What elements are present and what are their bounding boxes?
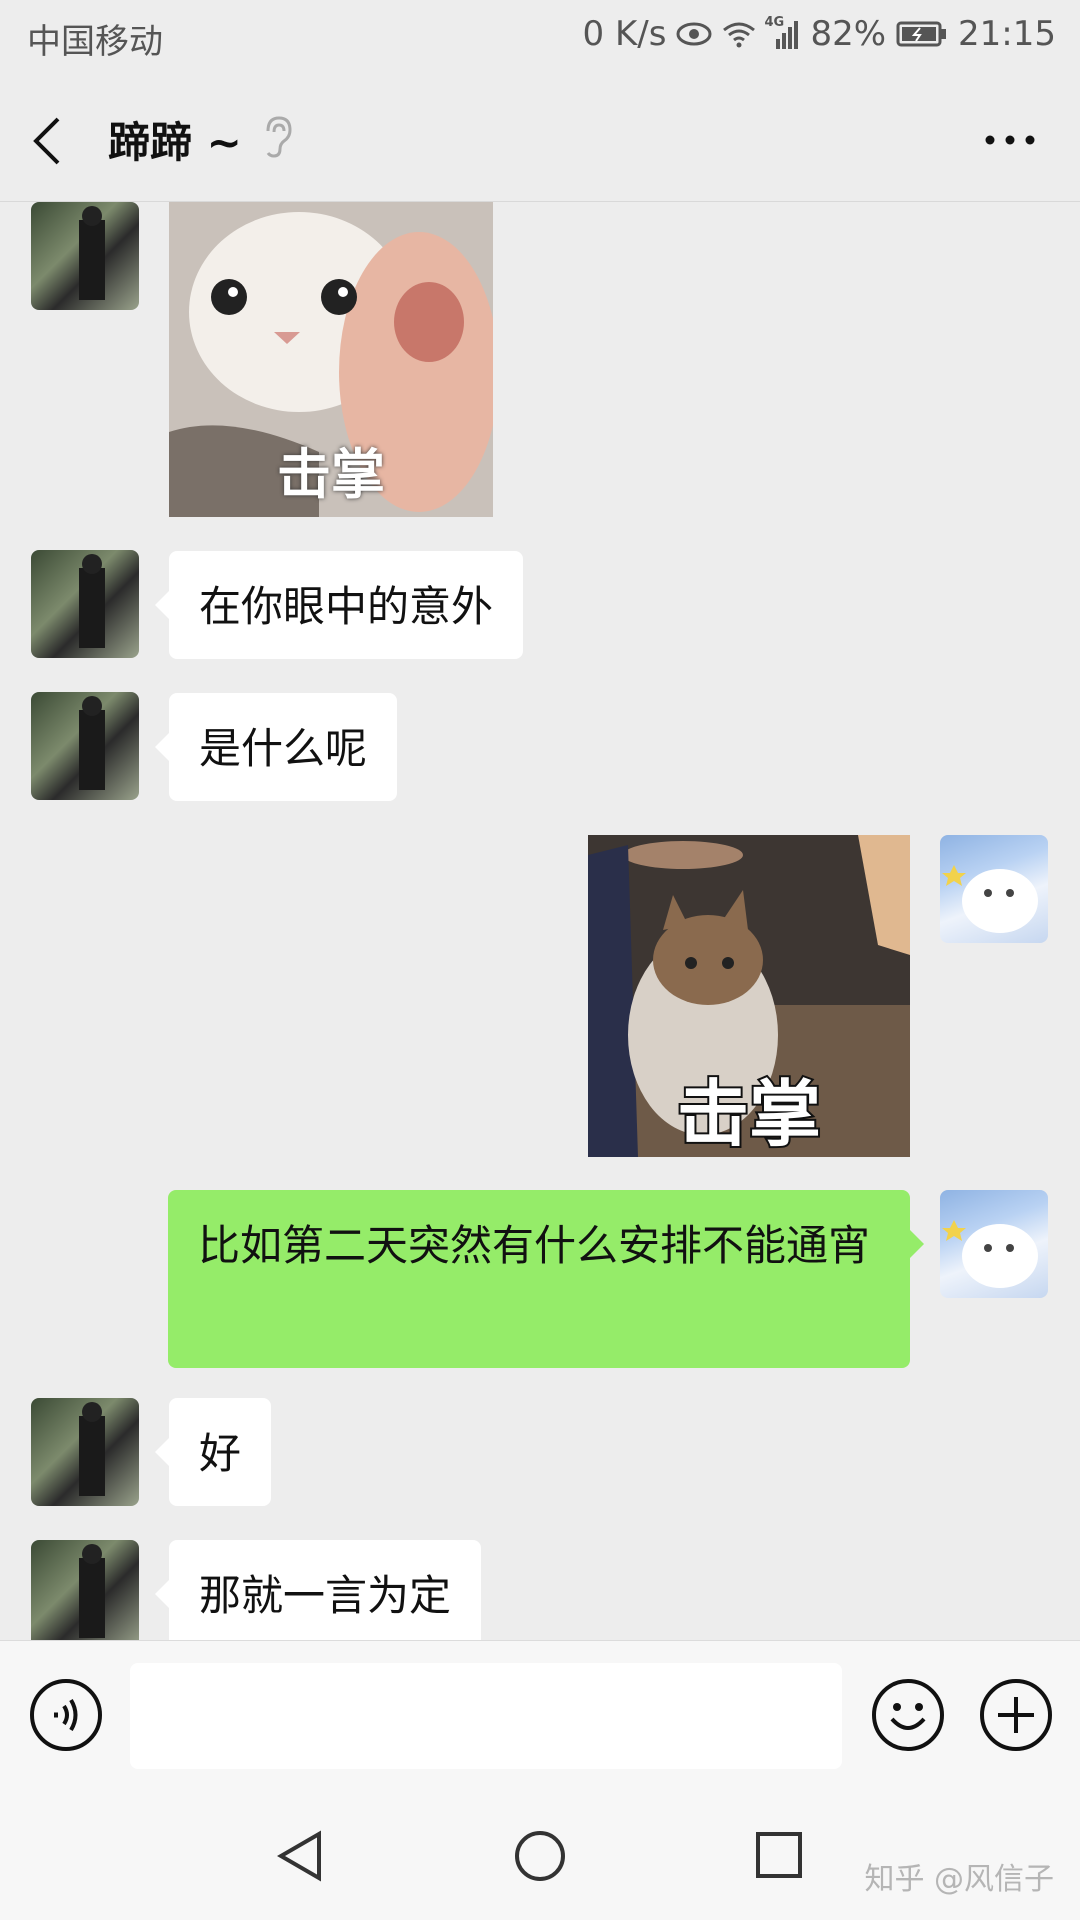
message-bubble[interactable]: 那就一言为定 (154, 1540, 482, 1640)
message-bubble[interactable]: 在你眼中的意外 (154, 551, 524, 659)
sticker-message[interactable]: 击掌 (169, 202, 493, 517)
my-avatar[interactable] (940, 835, 1048, 943)
watermark: 知乎 @风信子 (864, 1862, 1054, 1897)
eye-icon (676, 21, 712, 47)
back-triangle-icon[interactable] (275, 1830, 325, 1886)
message-input[interactable] (130, 1663, 842, 1769)
wifi-icon (722, 20, 756, 48)
message-list[interactable]: 击掌 在你眼中的意外 是什么呢 击掌 比如第二天突然有什么安排不能通宵 好 那就… (0, 202, 1080, 1640)
ear-icon[interactable] (262, 115, 294, 163)
battery-icon (896, 20, 948, 48)
plus-icon[interactable] (978, 1677, 1054, 1757)
status-bar: 中国移动 0 K/s 4G 82% 21:15 (0, 0, 1080, 75)
signal-icon: 4G (764, 15, 800, 49)
sticker-message[interactable]: 击掌 (588, 835, 910, 1157)
battery-percent: 82% (810, 14, 887, 54)
recent-square-icon[interactable] (754, 1830, 804, 1884)
message-bubble[interactable]: 好 (154, 1398, 272, 1506)
voice-icon[interactable] (28, 1677, 104, 1757)
message-bubble[interactable]: 比如第二天突然有什么安排不能通宵 (168, 1190, 924, 1368)
sticker-caption: 击掌 (277, 443, 385, 506)
sticker-caption: 击掌 (675, 1070, 823, 1157)
contact-avatar[interactable] (31, 1398, 139, 1506)
clock: 21:15 (958, 14, 1056, 54)
emoji-icon[interactable] (870, 1677, 946, 1757)
chat-header: 蹄蹄 ~ (0, 75, 1080, 202)
network-speed: 0 K/s (582, 14, 667, 54)
contact-avatar[interactable] (31, 692, 139, 800)
back-icon[interactable] (28, 111, 78, 171)
signal-type-label: 4G (764, 15, 785, 30)
input-bar (0, 1640, 1080, 1791)
carrier-label: 中国移动 (27, 22, 163, 62)
message-bubble[interactable]: 是什么呢 (154, 693, 398, 801)
my-avatar[interactable] (940, 1190, 1048, 1298)
contact-avatar[interactable] (31, 550, 139, 658)
contact-avatar[interactable] (31, 202, 139, 310)
status-right: 0 K/s 4G 82% 21:15 (583, 14, 1056, 54)
chat-title: 蹄蹄 ~ (108, 118, 242, 167)
more-icon[interactable] (980, 125, 1040, 155)
contact-avatar[interactable] (31, 1540, 139, 1640)
home-circle-icon[interactable] (514, 1830, 566, 1886)
